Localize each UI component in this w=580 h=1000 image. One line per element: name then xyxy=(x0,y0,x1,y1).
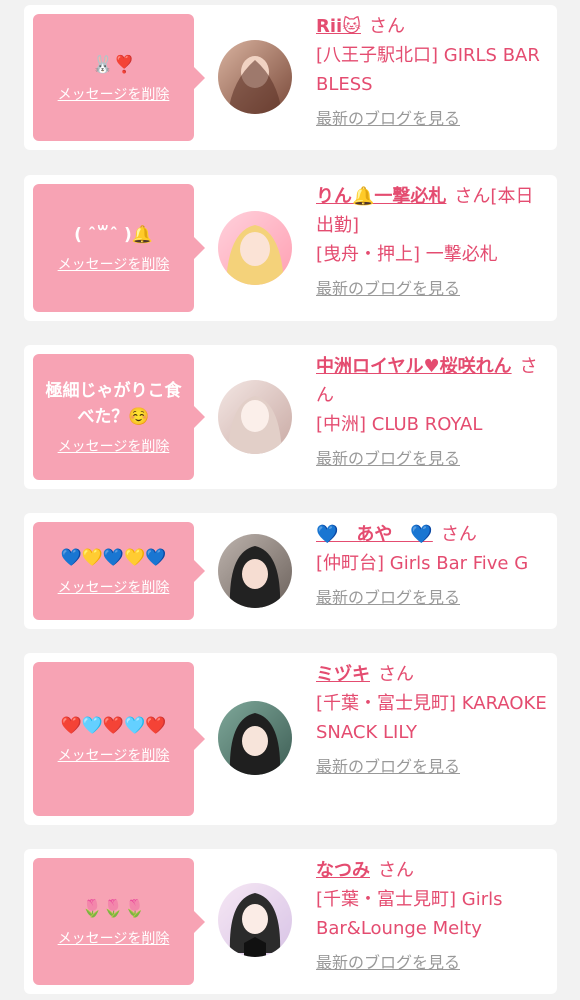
avatar[interactable] xyxy=(218,883,292,957)
message-card: ( ˆ꒳ˆ )🔔 メッセージを削除 りん🔔一撃必札 さん[本日出勤] [曳舟・押上… xyxy=(24,175,557,321)
message-text: 🌷🌷🌷 xyxy=(81,898,146,919)
girl-name-link[interactable]: Rii🐱 xyxy=(316,16,361,37)
shop-name: [八王子駅北口] GIRLS BAR BLESS xyxy=(316,45,540,95)
delete-message-link[interactable]: メッセージを削除 xyxy=(58,577,170,597)
shop-name: [千葉・富士見町] Girls Bar&Lounge Melty xyxy=(316,889,503,939)
avatar[interactable] xyxy=(218,211,292,285)
girl-name-link[interactable]: なつみ xyxy=(316,860,370,881)
girl-name-link[interactable]: 💙 あや 💙 xyxy=(316,524,433,545)
message-text: 💙💛💙💛💙 xyxy=(60,548,167,568)
message-bubble: 🌷🌷🌷 メッセージを削除 xyxy=(33,858,205,985)
message-bubble: 🐰❣️ メッセージを削除 xyxy=(33,14,205,141)
latest-blog-link[interactable]: 最新のブログを見る xyxy=(316,105,548,129)
avatar-photo xyxy=(218,40,292,114)
message-list: 🐰❣️ メッセージを削除 Rii🐱 さん [八王子駅北口] GIRLS BAR B… xyxy=(0,0,580,1000)
name-suffix: さん xyxy=(440,524,477,545)
name-suffix: さん xyxy=(378,664,414,685)
avatar[interactable] xyxy=(218,534,292,608)
message-bubble: 💙💛💙💛💙 メッセージを削除 xyxy=(33,522,205,620)
shop-name: [千葉・富士見町] KARAOKE SNACK LILY xyxy=(316,693,547,743)
message-bubble: ( ˆ꒳ˆ )🔔 メッセージを削除 xyxy=(33,184,205,312)
message-bubble: 極細じゃがりこ食べた？☺️ メッセージを削除 xyxy=(33,354,205,480)
avatar-photo xyxy=(218,534,292,608)
message-card: 💙💛💙💛💙 メッセージを削除 💙 あや 💙 さん [仲町台] Girls Bar … xyxy=(24,513,557,629)
delete-message-link[interactable]: メッセージを削除 xyxy=(58,254,170,274)
latest-blog-link[interactable]: 最新のブログを見る xyxy=(316,445,548,469)
avatar-photo xyxy=(218,380,292,454)
message-card: 極細じゃがりこ食べた？☺️ メッセージを削除 中洲ロイヤル♥桜咲れん さん [中洲… xyxy=(24,345,557,489)
delete-message-link[interactable]: メッセージを削除 xyxy=(58,436,170,456)
latest-blog-link[interactable]: 最新のブログを見る xyxy=(316,275,548,299)
avatar-photo xyxy=(218,211,292,285)
message-text: 🐰❣️ xyxy=(92,54,135,75)
avatar[interactable] xyxy=(218,701,292,775)
delete-message-link[interactable]: メッセージを削除 xyxy=(58,745,170,765)
girl-info: 💙 あや 💙 さん [仲町台] Girls Bar Five G 最新のブログを見… xyxy=(316,520,548,608)
girl-info: りん🔔一撃必札 さん[本日出勤] [曳舟・押上] 一撃必札 最新のブログを見る xyxy=(316,182,548,299)
girl-info: なつみ さん [千葉・富士見町] Girls Bar&Lounge Melty 最… xyxy=(316,856,548,973)
name-suffix: さん xyxy=(368,16,405,37)
shop-name: [中洲] CLUB ROYAL xyxy=(316,414,483,435)
latest-blog-link[interactable]: 最新のブログを見る xyxy=(316,753,548,777)
girl-name-link[interactable]: ミヅキ xyxy=(316,664,370,685)
avatar[interactable] xyxy=(218,380,292,454)
girl-info: 中洲ロイヤル♥桜咲れん さん [中洲] CLUB ROYAL 最新のブログを見る xyxy=(316,352,548,469)
message-card: 🌷🌷🌷 メッセージを削除 なつみ さん [千葉・富士見町] Girls Bar&L… xyxy=(24,849,557,994)
message-text: ( ˆ꒳ˆ )🔔 xyxy=(74,225,153,245)
message-card: 🐰❣️ メッセージを削除 Rii🐱 さん [八王子駅北口] GIRLS BAR B… xyxy=(24,5,557,150)
name-suffix: さん xyxy=(378,860,414,881)
shop-name: [曳舟・押上] 一撃必札 xyxy=(316,244,498,265)
latest-blog-link[interactable]: 最新のブログを見る xyxy=(316,949,548,973)
girl-name-link[interactable]: りん🔔一撃必札 xyxy=(316,186,446,207)
message-bubble: ❤️🩵❤️🩵❤️ メッセージを削除 xyxy=(33,662,205,816)
message-text: 極細じゃがりこ食べた？☺️ xyxy=(45,381,182,427)
girl-info: Rii🐱 さん [八王子駅北口] GIRLS BAR BLESS 最新のブログを見… xyxy=(316,12,548,129)
delete-message-link[interactable]: メッセージを削除 xyxy=(58,928,170,948)
avatar[interactable] xyxy=(218,40,292,114)
girl-info: ミヅキ さん [千葉・富士見町] KARAOKE SNACK LILY 最新のブロ… xyxy=(316,660,548,777)
latest-blog-link[interactable]: 最新のブログを見る xyxy=(316,584,548,608)
shop-name: [仲町台] Girls Bar Five G xyxy=(316,553,529,574)
avatar-photo xyxy=(218,883,292,957)
message-text: ❤️🩵❤️🩵❤️ xyxy=(60,716,167,736)
girl-name-link[interactable]: 中洲ロイヤル♥桜咲れん xyxy=(316,356,512,377)
avatar-photo xyxy=(218,701,292,775)
message-card: ❤️🩵❤️🩵❤️ メッセージを削除 ミヅキ さん [千葉・富士見町] KARAOK… xyxy=(24,653,557,825)
delete-message-link[interactable]: メッセージを削除 xyxy=(58,84,170,104)
